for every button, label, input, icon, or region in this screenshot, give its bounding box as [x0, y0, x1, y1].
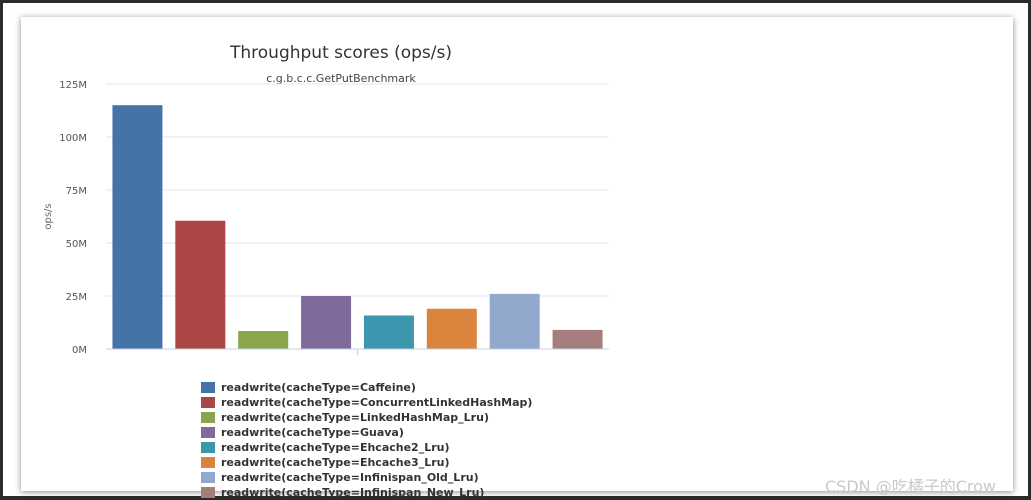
legend-swatch	[201, 412, 215, 423]
legend-label: readwrite(cacheType=Guava)	[221, 426, 404, 439]
legend-item[interactable]: readwrite(cacheType=Ehcache2_Lru)	[201, 440, 532, 455]
bar	[175, 220, 226, 349]
legend-label: readwrite(cacheType=LinkedHashMap_Lru)	[221, 411, 489, 424]
bar	[112, 105, 163, 349]
screenshot-frame: Throughput scores (ops/s) c.g.b.c.c.GetP…	[3, 3, 1028, 499]
bar	[238, 330, 289, 349]
bar	[489, 293, 540, 349]
legend-label: readwrite(cacheType=Infinispan_Old_Lru)	[221, 471, 479, 484]
legend-swatch	[201, 397, 215, 408]
bar	[301, 296, 352, 349]
y-axis-ticks: 0M 25M 50M 75M 100M 125M	[59, 80, 87, 356]
bar	[363, 315, 414, 349]
legend-label: readwrite(cacheType=Caffeine)	[221, 381, 416, 394]
legend-item[interactable]: readwrite(cacheType=Infinispan_Old_Lru)	[201, 470, 532, 485]
legend-label: readwrite(cacheType=ConcurrentLinkedHash…	[221, 396, 533, 409]
bars	[112, 105, 603, 349]
legend-item[interactable]: readwrite(cacheType=ConcurrentLinkedHash…	[201, 395, 532, 410]
legend-label: readwrite(cacheType=Ehcache3_Lru)	[221, 456, 450, 469]
y-tick-label: 100M	[59, 133, 87, 144]
legend-item[interactable]: readwrite(cacheType=Ehcache3_Lru)	[201, 455, 532, 470]
chart-card: Throughput scores (ops/s) c.g.b.c.c.GetP…	[21, 17, 1013, 499]
bar	[426, 308, 477, 349]
y-tick-label: 25M	[66, 292, 87, 303]
legend-swatch	[201, 472, 215, 483]
legend-item[interactable]: readwrite(cacheType=Guava)	[201, 425, 532, 440]
legend-item[interactable]: readwrite(cacheType=LinkedHashMap_Lru)	[201, 410, 532, 425]
legend-label: readwrite(cacheType=Ehcache2_Lru)	[221, 441, 450, 454]
y-tick-label: 75M	[66, 186, 87, 197]
y-tick-label: 125M	[59, 80, 87, 91]
legend-swatch	[201, 487, 215, 498]
chart-legend: readwrite(cacheType=Caffeine) readwrite(c…	[201, 380, 532, 500]
x-axis	[106, 348, 609, 355]
y-tick-label: 50M	[66, 239, 87, 250]
watermark: CSDN @吃橘子的Crow	[825, 477, 996, 496]
legend-swatch	[201, 457, 215, 468]
legend-item[interactable]: readwrite(cacheType=Caffeine)	[201, 380, 532, 395]
legend-swatch	[201, 382, 215, 393]
legend-swatch	[201, 442, 215, 453]
legend-swatch	[201, 427, 215, 438]
legend-item[interactable]: readwrite(cacheType=Infinispan_New_Lru)	[201, 485, 532, 500]
y-tick-label: 0M	[72, 345, 87, 356]
legend-label: readwrite(cacheType=Infinispan_New_Lru)	[221, 486, 485, 499]
y-axis-label: ops/s	[43, 203, 54, 229]
bar	[552, 329, 603, 349]
